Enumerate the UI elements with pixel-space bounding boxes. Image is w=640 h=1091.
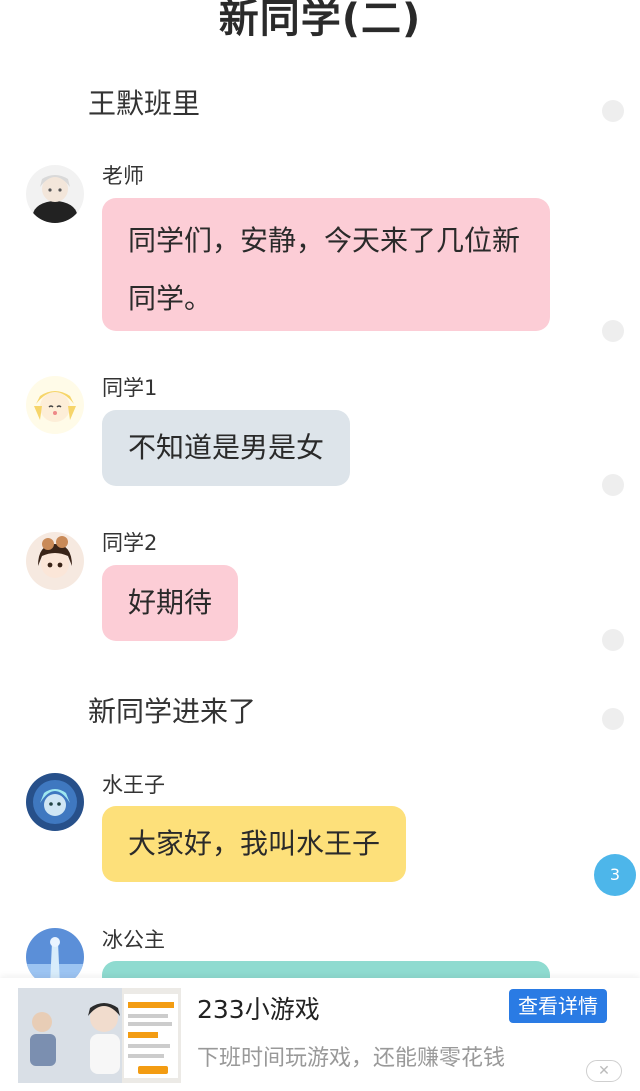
unread-count-badge[interactable]: 3	[594, 854, 636, 896]
message-bubble[interactable]: 不知道是男是女	[102, 410, 351, 486]
sender-name: 水王子	[102, 773, 165, 797]
comment-dot[interactable]	[602, 474, 624, 496]
ad-details-button[interactable]: 查看详情	[509, 989, 607, 1023]
comment-dot[interactable]	[602, 100, 624, 122]
comment-dot[interactable]	[602, 629, 624, 651]
ad-close-button[interactable]: ✕	[586, 1060, 622, 1082]
narration-text: 王默班里	[88, 87, 201, 120]
classmate1-avatar-icon[interactable]	[26, 376, 84, 434]
ad-thumbnail[interactable]	[18, 988, 181, 1083]
message-bubble[interactable]: 大家好，我叫水王子	[102, 806, 407, 882]
message-bubble[interactable]: 同学们，安静，今天来了几位新同学。	[102, 198, 550, 331]
water-prince-avatar-icon[interactable]	[26, 773, 84, 831]
ad-banner[interactable]: 233小游戏 下班时间玩游戏，还能赚零花钱 查看详情 ✕	[0, 978, 640, 1091]
comment-dot[interactable]	[602, 320, 624, 342]
teacher-avatar-icon[interactable]	[26, 165, 84, 223]
ad-title[interactable]: 233小游戏	[197, 990, 320, 1026]
message-bubble[interactable]: 好期待	[102, 565, 239, 641]
sender-name: 老师	[102, 164, 144, 188]
classmate2-avatar-icon[interactable]	[26, 532, 84, 590]
page-title: 新同学(二)	[218, 0, 422, 42]
sender-name: 冰公主	[102, 928, 165, 952]
sender-name: 同学1	[102, 376, 158, 400]
ad-subtitle: 下班时间玩游戏，还能赚零花钱	[197, 1046, 506, 1071]
comment-dot[interactable]	[602, 708, 624, 730]
sender-name: 同学2	[102, 531, 158, 555]
narration-text: 新同学进来了	[88, 695, 257, 728]
